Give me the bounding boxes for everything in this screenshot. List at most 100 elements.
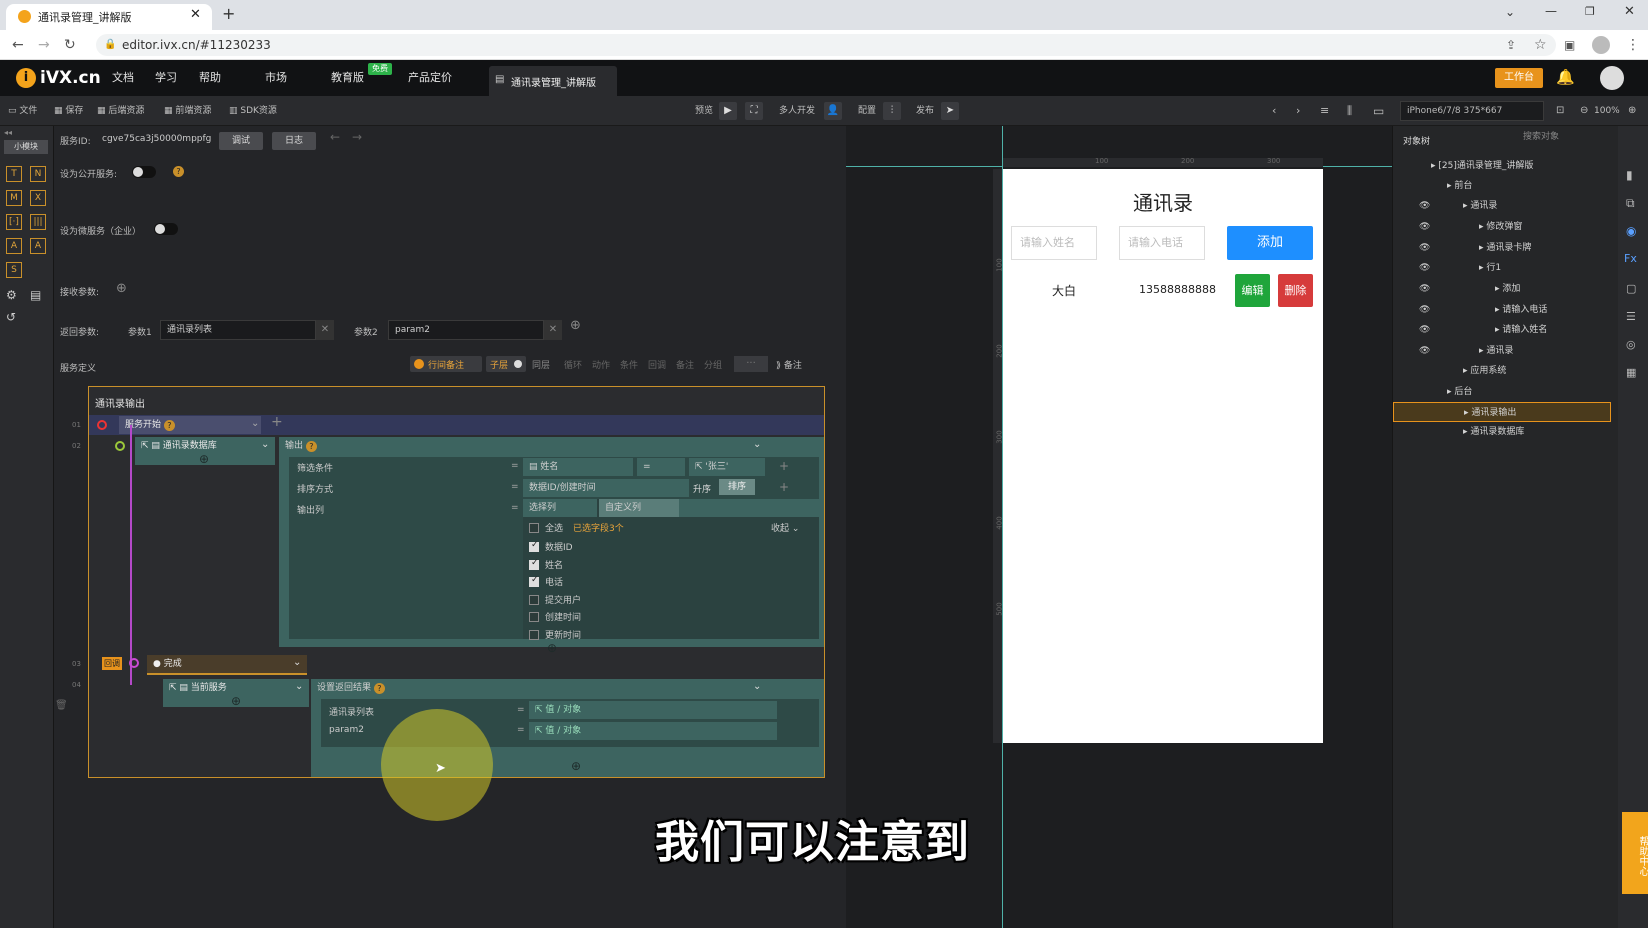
- add-step-icon[interactable]: +: [271, 414, 283, 430]
- done-node[interactable]: ● 完成: [147, 655, 307, 673]
- module-x-icon[interactable]: X: [30, 190, 46, 206]
- field-checkbox[interactable]: [529, 629, 539, 640]
- undo-icon[interactable]: ←: [330, 130, 340, 144]
- loop-button[interactable]: 循环: [564, 358, 582, 371]
- tree-item[interactable]: 👁 ▸ 行1: [1393, 258, 1615, 278]
- zoom-out-icon[interactable]: ⊖: [1580, 96, 1588, 126]
- copy-icon[interactable]: ▢: [1626, 282, 1636, 295]
- module-table-icon[interactable]: |||: [30, 214, 46, 230]
- done-dropdown-icon[interactable]: ⌄: [293, 657, 301, 668]
- prev-icon[interactable]: ‹: [1272, 96, 1276, 126]
- tree-item[interactable]: ▸ 应用系统: [1393, 361, 1615, 381]
- save-button[interactable]: ▦ 保存: [54, 96, 83, 126]
- tree-item[interactable]: 👁 ▸ 通讯录卡牌: [1393, 238, 1615, 258]
- tree-item[interactable]: 👁 ▸ 通讯录: [1393, 341, 1615, 361]
- field-checkbox[interactable]: [529, 540, 539, 552]
- new-tab-icon[interactable]: +: [222, 4, 235, 23]
- field-checkbox[interactable]: [529, 594, 539, 605]
- fit-icon[interactable]: ⊡: [1556, 96, 1564, 126]
- config-icon[interactable]: ⫶: [883, 102, 901, 120]
- select-all-checkbox[interactable]: [529, 523, 539, 533]
- object-search-input[interactable]: 搜索对象: [1523, 129, 1619, 145]
- field-checkbox[interactable]: [529, 612, 539, 622]
- debug-button[interactable]: 调试: [219, 132, 263, 150]
- profile-icon[interactable]: [1592, 36, 1610, 54]
- layers-icon[interactable]: ⧉: [1626, 196, 1635, 211]
- nav-pricing[interactable]: 产品定价: [408, 60, 452, 96]
- sort-field-select[interactable]: 数据ID/创建时间: [523, 479, 689, 497]
- nav-market[interactable]: 市场: [265, 60, 287, 96]
- distribute-icon[interactable]: ⫼: [1347, 96, 1352, 126]
- module-history-icon[interactable]: ↺: [6, 310, 16, 324]
- custom-col-tab[interactable]: 自定义列: [599, 499, 679, 517]
- field-checkbox[interactable]: [529, 575, 539, 587]
- visibility-eye-icon[interactable]: 👁: [1419, 300, 1430, 320]
- module-gear-icon[interactable]: ⚙: [6, 288, 17, 302]
- collapse-icon[interactable]: ◂◂: [4, 128, 12, 137]
- add-return-icon[interactable]: ⊕: [570, 318, 581, 333]
- help-center-button[interactable]: 帮助中心: [1622, 812, 1648, 894]
- nav-edu[interactable]: 教育版: [331, 60, 364, 96]
- visibility-eye-icon[interactable]: 👁: [1419, 320, 1430, 340]
- module-text-icon[interactable]: T: [6, 166, 22, 182]
- share-icon[interactable]: ⇪: [1506, 30, 1516, 60]
- nav-learn[interactable]: 学习: [155, 60, 177, 96]
- log-button[interactable]: 日志: [272, 132, 316, 150]
- bell-icon[interactable]: 🔔: [1556, 68, 1575, 86]
- db-dropdown-icon[interactable]: ⌄: [261, 439, 269, 450]
- filter-op-select[interactable]: =: [637, 458, 685, 476]
- module-number-icon[interactable]: N: [30, 166, 46, 182]
- phone-input[interactable]: 请输入电话: [1119, 226, 1205, 260]
- align-icon[interactable]: ≡: [1320, 96, 1329, 126]
- back-icon[interactable]: ←: [12, 30, 24, 60]
- micro-service-toggle[interactable]: [154, 223, 178, 235]
- forward-icon[interactable]: →: [38, 30, 50, 60]
- action-button[interactable]: 动作: [592, 358, 610, 371]
- redo-icon[interactable]: →: [352, 130, 362, 144]
- star-icon[interactable]: ☆: [1534, 30, 1547, 60]
- visibility-eye-icon[interactable]: 👁: [1419, 196, 1430, 216]
- public-service-toggle[interactable]: [132, 166, 156, 178]
- param1-input[interactable]: 通讯录列表: [160, 320, 316, 340]
- sort-button[interactable]: 排序: [719, 479, 755, 495]
- set-return-dropdown-icon[interactable]: ⌄: [753, 681, 761, 692]
- module-db-icon[interactable]: ▤: [30, 288, 41, 302]
- tree-item[interactable]: 👁 ▸ 通讯录: [1393, 196, 1615, 216]
- device-select[interactable]: iPhone6/7/8 375*667: [1400, 101, 1544, 121]
- delete-button[interactable]: 删除: [1278, 274, 1313, 307]
- name-input[interactable]: 请输入姓名: [1011, 226, 1097, 260]
- tab-search-icon[interactable]: ⌄: [1505, 5, 1515, 19]
- same-layer-button[interactable]: 同层: [532, 358, 550, 371]
- tree-item[interactable]: 👁 ▸ 修改弹窗: [1393, 217, 1615, 237]
- zoom-in-icon[interactable]: ⊕: [1628, 96, 1636, 126]
- db-add-icon[interactable]: ⊕: [199, 452, 209, 466]
- user-avatar[interactable]: [1600, 66, 1624, 90]
- multi-dev-icon[interactable]: 👤: [824, 102, 842, 120]
- reload-icon[interactable]: ↻: [64, 30, 76, 60]
- edit-button[interactable]: 编辑: [1235, 274, 1270, 307]
- start-dropdown-icon[interactable]: ⌄: [251, 418, 259, 429]
- start-help-icon[interactable]: ?: [163, 420, 175, 431]
- visibility-eye-icon[interactable]: 👁: [1419, 238, 1430, 258]
- child-layer-button[interactable]: 子层: [486, 356, 526, 372]
- tree-item[interactable]: 👁 ▸ 请输入电话: [1393, 300, 1615, 320]
- output-dropdown-icon[interactable]: ⌄: [753, 439, 761, 450]
- workbench-button[interactable]: 工作台: [1495, 68, 1543, 88]
- small-module-label[interactable]: 小模块: [4, 140, 48, 154]
- nav-help[interactable]: 帮助: [199, 60, 221, 96]
- sidepanel-icon[interactable]: ▣: [1564, 30, 1575, 60]
- next-icon[interactable]: ›: [1296, 96, 1300, 126]
- add-receive-icon[interactable]: ⊕: [116, 281, 127, 296]
- add-button[interactable]: 添加: [1227, 226, 1313, 260]
- param1-clear-icon[interactable]: ✕: [316, 320, 334, 340]
- current-service-add-icon[interactable]: ⊕: [231, 694, 241, 708]
- fullscreen-icon[interactable]: ⛶: [745, 102, 763, 120]
- restore-icon[interactable]: ❐: [1585, 5, 1595, 18]
- set-return-help-icon[interactable]: ?: [373, 683, 385, 694]
- set-return-add-icon[interactable]: ⊕: [571, 759, 581, 773]
- target-icon[interactable]: ◎: [1626, 338, 1636, 351]
- filter-field-select[interactable]: ▤ 姓名: [523, 458, 633, 476]
- device-icon[interactable]: ▭: [1373, 96, 1384, 126]
- service-start-node[interactable]: 服务开始 ?: [119, 416, 261, 434]
- function-icon[interactable]: Fx: [1624, 252, 1637, 265]
